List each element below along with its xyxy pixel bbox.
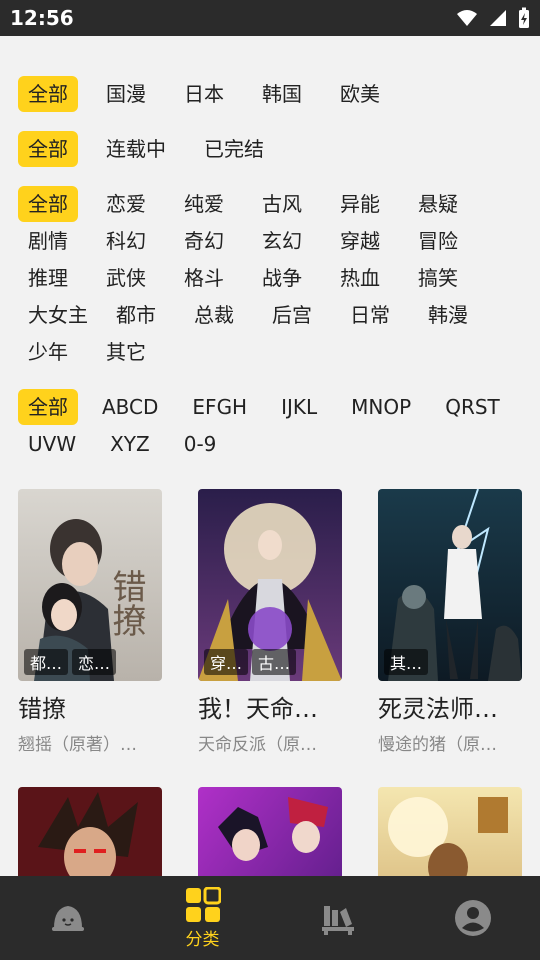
bottom-nav: 分类: [0, 876, 540, 960]
genre-chip[interactable]: 大女主: [18, 297, 98, 333]
comic-cover[interactable]: 穿… 古…: [198, 489, 342, 681]
genre-chip[interactable]: 搞笑: [408, 260, 468, 296]
genre-chip[interactable]: 古风: [252, 186, 312, 222]
genre-chip[interactable]: 少年: [18, 334, 78, 370]
comic-title[interactable]: 我！天命…: [198, 689, 342, 724]
comic-card[interactable]: 穿… 古… 我！天命… 天命反派（原…: [198, 489, 342, 755]
comic-author: 翘摇（原著）…: [18, 735, 137, 755]
wifi-icon: [457, 10, 477, 26]
status-chip[interactable]: 连载中: [96, 131, 176, 167]
comic-cover[interactable]: 其…: [378, 489, 522, 681]
region-chip[interactable]: 欧美: [330, 76, 390, 112]
genre-chip[interactable]: 冒险: [408, 223, 468, 259]
status-chip[interactable]: 全部: [18, 131, 78, 167]
letter-chip[interactable]: 全部: [18, 389, 78, 425]
letter-chip[interactable]: QRST: [435, 389, 510, 425]
comic-tags: 其…: [384, 649, 429, 675]
genre-filter-row: 全部 恋爱 纯爱 古风 异能 悬疑剧情 科幻 奇幻 玄幻 穿越 冒险推理 武侠 格斗 战争 热血 搞笑大女主都…: [18, 186, 522, 370]
region-chip[interactable]: 全部: [18, 76, 78, 112]
comic-title[interactable]: 错撩: [18, 689, 162, 724]
comic-author: 天命反派（原…: [198, 735, 317, 755]
battery-charging-icon: [519, 7, 529, 28]
genre-chip[interactable]: 异能: [330, 186, 390, 222]
genre-chip[interactable]: 热血: [330, 260, 390, 296]
nav-profile[interactable]: [405, 876, 540, 960]
comic-cover[interactable]: 错撩 都… 恋…: [18, 489, 162, 681]
comic-tags: 穿… 古…: [204, 649, 297, 675]
comic-tag: 都…: [24, 649, 69, 675]
comic-tags: 都… 恋…: [24, 649, 117, 675]
letter-chip[interactable]: EFGH: [182, 389, 257, 425]
nav-bookshelf[interactable]: [270, 876, 405, 960]
comic-tag: 古…: [252, 649, 297, 675]
genre-chip[interactable]: 纯爱: [174, 186, 234, 222]
genre-chip[interactable]: 战争: [252, 260, 312, 296]
bookshelf-icon: [321, 906, 354, 935]
status-bar: 12:56: [0, 0, 540, 36]
comic-card[interactable]: 错撩 都… 恋… 错撩 翘摇（原著）…: [18, 489, 162, 755]
cellular-signal-icon: [490, 10, 506, 26]
cover-title-art: 错撩: [106, 569, 146, 637]
region-chip[interactable]: 国漫: [96, 76, 156, 112]
genre-chip[interactable]: 格斗: [174, 260, 234, 296]
comic-title[interactable]: 死灵法师…: [378, 689, 522, 724]
letter-chip[interactable]: 0-9: [174, 426, 227, 462]
genre-chip[interactable]: 武侠: [96, 260, 156, 296]
genre-chip[interactable]: 奇幻: [174, 223, 234, 259]
letter-chip[interactable]: XYZ: [100, 426, 160, 462]
genre-chip[interactable]: 推理: [18, 260, 78, 296]
genre-chip[interactable]: 玄幻: [252, 223, 312, 259]
genre-chip[interactable]: 科幻: [96, 223, 156, 259]
genre-chip[interactable]: 韩漫: [418, 297, 478, 333]
region-chip[interactable]: 韩国: [252, 76, 312, 112]
comic-author: 慢途的猪（原…: [378, 735, 497, 755]
comic-card[interactable]: 其… 死灵法师… 慢途的猪（原…: [378, 489, 522, 755]
genre-chip[interactable]: 后宫: [262, 297, 322, 333]
genre-chip[interactable]: 全部: [18, 186, 78, 222]
comic-tag: 恋…: [72, 649, 117, 675]
profile-icon: [454, 900, 491, 936]
letter-chip[interactable]: IJKL: [271, 389, 327, 425]
comic-tag: 其…: [384, 649, 429, 675]
genre-chip[interactable]: 都市: [106, 297, 166, 333]
comic-tag: 穿…: [204, 649, 249, 675]
status-icons: [456, 7, 530, 29]
letter-chip[interactable]: ABCD: [92, 389, 168, 425]
status-filter-row: 全部 连载中 已完结: [18, 131, 522, 167]
region-chip[interactable]: 日本: [174, 76, 234, 112]
status-time: 12:56: [10, 6, 74, 30]
genre-chip[interactable]: 日常: [340, 297, 400, 333]
genre-chip[interactable]: 总裁: [184, 297, 244, 333]
region-filter-row: 全部 国漫 日本 韩国 欧美: [18, 76, 522, 112]
nav-home[interactable]: [0, 876, 135, 960]
letter-chip[interactable]: UVW: [18, 426, 86, 462]
letter-filter-row: 全部 ABCD EFGH IJKL MNOP QRST UVW XYZ 0-9: [18, 389, 522, 462]
letter-chip[interactable]: MNOP: [341, 389, 421, 425]
home-bun-icon: [51, 906, 84, 931]
category-grid-icon: [185, 886, 221, 922]
genre-chip[interactable]: 剧情: [18, 223, 78, 259]
nav-category-label: 分类: [185, 929, 220, 950]
genre-chip[interactable]: 悬疑: [408, 186, 468, 222]
status-chip[interactable]: 已完结: [194, 131, 274, 167]
nav-category[interactable]: 分类: [135, 876, 270, 960]
genre-chip[interactable]: 其它: [96, 334, 156, 370]
genre-chip[interactable]: 穿越: [330, 223, 390, 259]
genre-chip[interactable]: 恋爱: [96, 186, 156, 222]
